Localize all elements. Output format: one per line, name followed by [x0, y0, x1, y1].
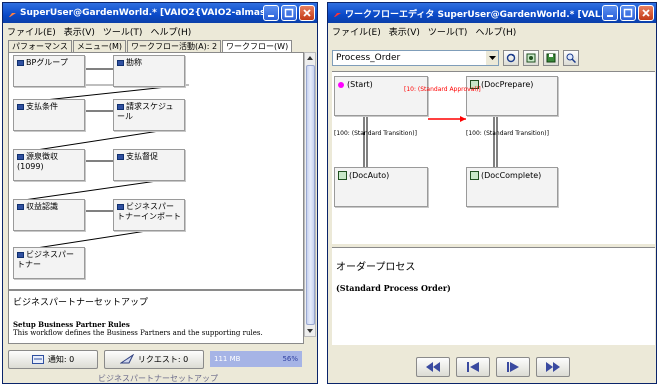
close-button[interactable] [638, 5, 654, 21]
minimize-button[interactable] [602, 5, 618, 21]
activity-icon [338, 171, 347, 180]
workflow-select[interactable]: Process_Order [332, 50, 499, 66]
first-icon [426, 362, 440, 372]
minimize-button[interactable] [263, 5, 279, 21]
doc-complete-node[interactable]: (DocComplete) [466, 167, 558, 207]
memory-percent: 56% [282, 355, 298, 363]
memory-gauge[interactable]: 111 MB 56% [210, 351, 302, 367]
tab-performance[interactable]: パフォーマンス [8, 40, 72, 52]
node-icon [17, 203, 24, 210]
title-bar[interactable]: ワークフローエディタ SuperUser@GardenWorld.* [VAL.… [328, 3, 656, 23]
vertical-scrollbar[interactable] [304, 52, 316, 337]
previous-icon [467, 362, 479, 372]
scroll-up-arrow-icon[interactable] [305, 53, 315, 63]
node-icon [17, 251, 24, 258]
transition-label-approval[interactable]: [10: (Standard Approval)] [404, 86, 481, 93]
notices-button[interactable]: 通知: 0 [8, 349, 98, 369]
transition-label-right[interactable]: [100: (Standard Transition)] [466, 130, 549, 137]
node-icon [17, 103, 24, 110]
last-button[interactable] [536, 357, 570, 377]
request-icon [119, 354, 134, 364]
workflow-name: ビジネスパートナーセットアップ [13, 298, 149, 308]
node-icon [117, 103, 124, 110]
menu-tools[interactable]: ツール(T) [428, 25, 468, 38]
memory-used: 111 MB [214, 355, 241, 363]
requests-label: リクエスト: 0 [137, 354, 189, 364]
transition-label-left[interactable]: [100: (Standard Transition)] [334, 130, 417, 137]
app-logo-icon [7, 8, 17, 18]
save-button[interactable] [543, 50, 559, 66]
menu-bar: ファイル(E) 表示(V) ツール(T) ヘルプ(H) [328, 23, 656, 39]
window-title: ワークフローエディタ SuperUser@GardenWorld.* [VAL.… [345, 9, 602, 20]
refresh-button[interactable] [503, 50, 519, 66]
start-dot-icon [338, 81, 344, 88]
workflow-graph: BPグループ 勘称 支払条件 請求スケジュール 源泉徴収 (1099) 支払督促… [8, 52, 304, 290]
menu-bar: ファイル(E) 表示(V) ツール(T) ヘルプ(H) [3, 23, 317, 39]
doc-auto-node[interactable]: (DocAuto) [334, 167, 428, 207]
workflow-node[interactable]: BPグループ [13, 55, 85, 87]
zoom-button[interactable] [563, 50, 579, 66]
menu-help[interactable]: ヘルプ(H) [150, 25, 191, 38]
status-bar: 通知: 0 リクエスト: 0 111 MB 56% [8, 347, 316, 371]
node-icon [117, 153, 124, 160]
next-button[interactable] [496, 357, 530, 377]
zoom-icon [566, 53, 576, 63]
last-icon [546, 362, 560, 372]
app-logo-icon [332, 8, 342, 18]
maximize-button[interactable] [281, 5, 297, 21]
menu-help[interactable]: ヘルプ(H) [475, 25, 516, 38]
menu-file[interactable]: ファイル(E) [7, 25, 56, 38]
node-icon [117, 59, 124, 66]
notices-label: 通知: 0 [47, 354, 75, 364]
workflow-node[interactable]: 支払督促 [113, 149, 185, 181]
new-node-icon [526, 53, 536, 63]
workflow-node[interactable]: 支払条件 [13, 99, 85, 131]
tab-menu[interactable]: メニュー(M) [72, 40, 126, 52]
workflow-node[interactable]: 勘称 [113, 55, 185, 87]
workflow-title: (Standard Process Order) [336, 283, 451, 293]
workflow-select-value: Process_Order [336, 53, 401, 63]
chevron-down-icon[interactable] [486, 51, 498, 65]
node-icon [17, 153, 24, 160]
refresh-icon [506, 53, 516, 63]
workflow-node[interactable]: 収益認識 [13, 199, 85, 231]
menu-view[interactable]: 表示(V) [389, 25, 420, 38]
workflow-node[interactable]: 源泉徴収 (1099) [13, 149, 85, 181]
scroll-down-arrow-icon[interactable] [305, 326, 315, 336]
next-icon [507, 362, 519, 372]
node-icon [17, 59, 24, 66]
title-bar[interactable]: SuperUser@GardenWorld.* [VAIO2{VAIO2-alm… [3, 3, 317, 23]
activity-icon [470, 171, 479, 180]
status-footer: ビジネスパートナーセットアップ [98, 374, 218, 383]
editor-toolbar: Process_Order [332, 47, 654, 69]
notice-icon [31, 354, 44, 364]
window-title: SuperUser@GardenWorld.* [VAIO2{VAIO2-alm… [20, 8, 263, 18]
workflow-editor-window: ワークフローエディタ SuperUser@GardenWorld.* [VAL.… [327, 2, 657, 384]
menu-file[interactable]: ファイル(E) [332, 25, 381, 38]
scroll-thumb[interactable] [306, 65, 315, 325]
workflow-description-panel: ビジネスパートナーセットアップ Setup Business Partner R… [8, 290, 304, 344]
close-button[interactable] [299, 5, 315, 21]
workflow-name: オーダープロセス [336, 262, 416, 273]
menu-view[interactable]: 表示(V) [64, 25, 95, 38]
workflow-title: Setup Business Partner Rules [13, 320, 130, 329]
node-icon [117, 203, 124, 210]
save-icon [546, 53, 556, 63]
requests-button[interactable]: リクエスト: 0 [104, 349, 204, 369]
doc-prepare-node[interactable]: (DocPrepare) [466, 76, 558, 116]
previous-button[interactable] [456, 357, 490, 377]
editor-graph: (Start) (DocPrepare) (DocAuto) (DocCompl… [332, 71, 655, 244]
first-button[interactable] [416, 357, 450, 377]
workflow-node[interactable]: ビジネスパートナーインポート [113, 199, 185, 231]
navigation-bar [332, 353, 654, 381]
menu-tools[interactable]: ツール(T) [103, 25, 143, 38]
editor-description-panel: オーダープロセス (Standard Process Order) [332, 247, 655, 345]
workflow-node[interactable]: 請求スケジュール [113, 99, 185, 131]
new-node-button[interactable] [523, 50, 539, 66]
tab-workflow-activities[interactable]: ワークフロー活動(A): 2 [127, 40, 222, 52]
maximize-button[interactable] [620, 5, 636, 21]
start-node[interactable]: (Start) [334, 76, 428, 116]
workflow-help: This workflow defines the Business Partn… [13, 329, 263, 337]
workflow-node[interactable]: ビジネスパートナー [13, 247, 85, 279]
